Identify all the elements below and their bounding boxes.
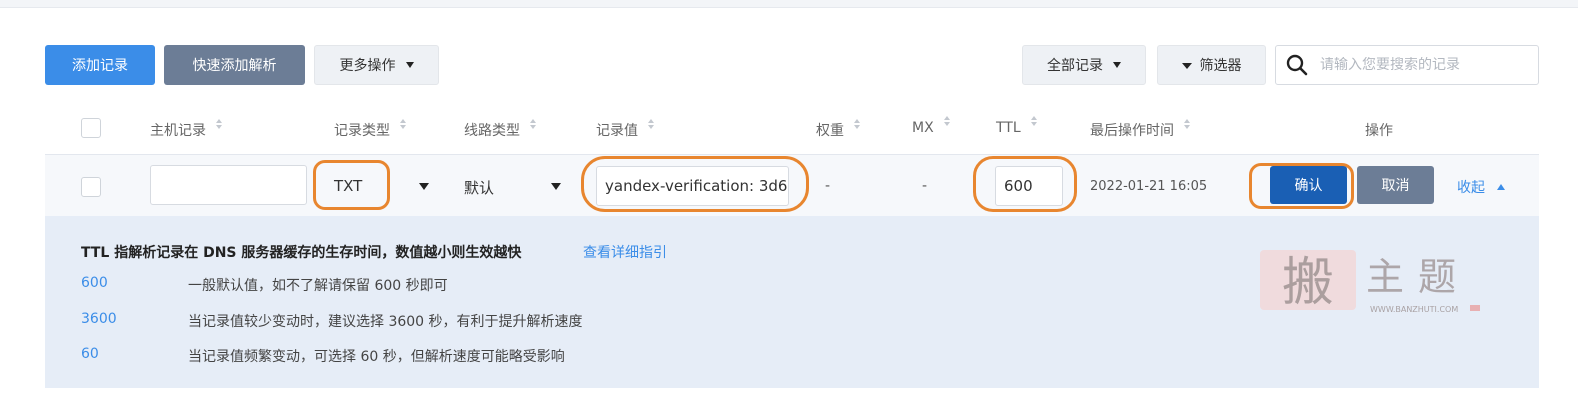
chevron-down-icon[interactable] — [551, 183, 561, 190]
ttl-option-desc: 当记录值较少变动时，建议选择 3600 秒，有利于提升解析速度 — [188, 314, 583, 330]
mx-value: - — [922, 178, 928, 194]
sort-icon — [400, 119, 408, 131]
confirm-button[interactable]: 确认 — [1270, 166, 1347, 204]
header-line-type[interactable]: 线路类型 — [464, 119, 538, 140]
filter-button[interactable]: 筛选器 — [1157, 45, 1266, 85]
search-icon — [1286, 54, 1308, 76]
chevron-down-icon — [1113, 62, 1121, 68]
sort-icon — [648, 119, 656, 131]
sort-icon — [216, 119, 224, 131]
header-last-modified[interactable]: 最后操作时间 — [1090, 119, 1192, 140]
chevron-down-icon[interactable] — [419, 183, 429, 190]
watermark-logo: 搬 主题 WWW.BANZHUTI.COM — [1258, 248, 1488, 322]
sort-icon — [1030, 116, 1039, 128]
add-record-button[interactable]: 添加记录 — [45, 45, 155, 85]
row-checkbox[interactable] — [81, 177, 101, 197]
filter-label: 筛选器 — [1199, 58, 1242, 74]
header-host[interactable]: 主机记录 — [150, 119, 224, 140]
ttl-option-value: 3600 — [81, 311, 117, 327]
sort-icon — [530, 119, 538, 131]
all-records-label: 全部记录 — [1047, 58, 1103, 74]
chevron-up-icon — [1497, 184, 1506, 190]
header-weight[interactable]: 权重 — [816, 119, 862, 140]
quick-add-button[interactable]: 快速添加解析 — [164, 45, 305, 85]
header-actions: 操作 — [1365, 123, 1393, 139]
header-record-value[interactable]: 记录值 — [596, 119, 656, 140]
details-guide-link[interactable]: 查看详细指引 — [583, 242, 667, 262]
record-value-input[interactable]: yandex-verification: 3d66 — [596, 166, 789, 206]
header-record-type[interactable]: 记录类型 — [334, 119, 408, 140]
ttl-option-value: 600 — [81, 275, 108, 291]
more-actions-dropdown[interactable]: 更多操作 — [314, 45, 439, 85]
collapse-link[interactable]: 收起 — [1457, 177, 1506, 197]
record-type-select[interactable]: TXT — [334, 177, 362, 195]
header-mx[interactable]: MX — [912, 116, 952, 136]
select-all-checkbox[interactable] — [81, 118, 101, 138]
ttl-option-desc: 当记录值频繁变动，可选择 60 秒，但解析速度可能略受影响 — [188, 349, 565, 365]
more-actions-label: 更多操作 — [339, 58, 396, 74]
search-input[interactable] — [1320, 57, 1520, 73]
search-box[interactable] — [1275, 45, 1539, 85]
svg-text:WWW.BANZHUTI.COM: WWW.BANZHUTI.COM — [1370, 305, 1458, 314]
sort-icon — [854, 119, 862, 131]
weight-value: - — [825, 178, 831, 194]
ttl-option-desc: 一般默认值，如不了解请保留 600 秒即可 — [188, 278, 448, 294]
header-ttl[interactable]: TTL — [996, 116, 1039, 136]
line-type-select[interactable]: 默认 — [464, 177, 494, 198]
filter-icon — [1181, 63, 1192, 69]
ttl-option-value: 60 — [81, 346, 99, 362]
cancel-button[interactable]: 取消 — [1357, 166, 1434, 204]
sort-icon — [943, 116, 952, 128]
svg-text:主题: 主题 — [1366, 255, 1470, 299]
last-modified-time: 2022-01-21 16:05 — [1090, 179, 1208, 194]
ttl-input[interactable]: 600 — [995, 166, 1063, 206]
host-input[interactable] — [150, 165, 307, 205]
sort-icon — [1184, 119, 1192, 131]
top-strip — [0, 0, 1578, 8]
chevron-down-icon — [405, 62, 414, 68]
svg-text:搬: 搬 — [1282, 253, 1334, 313]
ttl-info-title: TTL 指解析记录在 DNS 服务器缓存的生存时间，数值越小则生效越快 — [81, 245, 522, 261]
all-records-dropdown[interactable]: 全部记录 — [1022, 45, 1146, 85]
